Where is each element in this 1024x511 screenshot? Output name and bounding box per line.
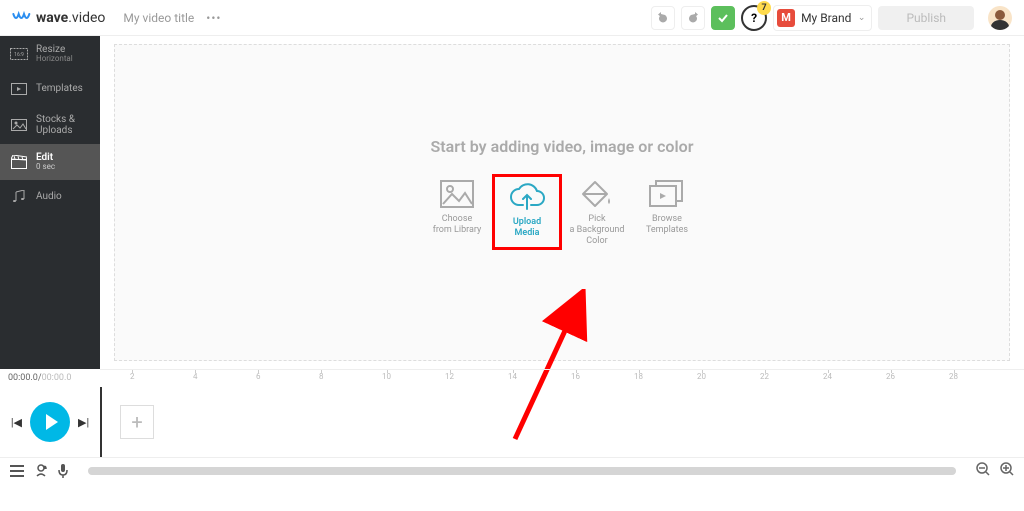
ruler-tick: 12 — [445, 372, 454, 381]
ruler-tick: 4 — [193, 372, 198, 381]
action-label: BrowseTemplates — [646, 214, 688, 236]
canvas-heading: Start by adding video, image or color — [431, 137, 694, 156]
action-label: Choosefrom Library — [433, 214, 482, 236]
brand-selector[interactable]: M My Brand ⌄ — [773, 5, 872, 31]
image-icon — [10, 116, 28, 134]
play-icon — [46, 414, 58, 430]
time-ruler[interactable]: 246810121416182022242628 — [100, 369, 1024, 387]
time-display: 00:00.0/00:00.0 — [0, 373, 100, 383]
main-area: 16:9 ResizeHorizontal Templates Stocks &… — [0, 36, 1024, 369]
logo-text: wave.video — [36, 10, 105, 26]
voiceover-icon[interactable] — [34, 464, 48, 478]
ruler-tick: 26 — [886, 372, 895, 381]
music-note-icon — [10, 188, 28, 206]
sidebar-item-resize[interactable]: 16:9 ResizeHorizontal — [0, 36, 100, 72]
canvas-wrapper: Start by adding video, image or color Ch… — [100, 36, 1024, 369]
action-browse-templates[interactable]: BrowseTemplates — [632, 174, 702, 250]
ruler-tick: 16 — [571, 372, 580, 381]
playback-row: |◀ ▶| + — [0, 387, 1024, 457]
microphone-icon[interactable] — [58, 464, 68, 478]
ruler-tick: 8 — [319, 372, 324, 381]
ruler-tick: 10 — [382, 372, 391, 381]
scrollbar-thumb[interactable] — [88, 467, 956, 475]
header-actions: ?7 M My Brand ⌄ Publish — [651, 5, 1012, 31]
action-label: Picka BackgroundColor — [570, 214, 625, 246]
list-view-icon[interactable] — [10, 465, 24, 477]
canvas: Start by adding video, image or color Ch… — [114, 44, 1010, 361]
more-menu-icon[interactable]: ••• — [206, 11, 221, 25]
play-button[interactable] — [30, 402, 70, 442]
ruler-tick: 28 — [949, 372, 958, 381]
zoom-in-button[interactable] — [1000, 461, 1014, 480]
undo-button[interactable] — [651, 6, 675, 30]
chevron-down-icon: ⌄ — [858, 13, 866, 23]
left-sidebar: 16:9 ResizeHorizontal Templates Stocks &… — [0, 36, 100, 369]
svg-text:16:9: 16:9 — [14, 52, 24, 58]
skip-back-button[interactable]: |◀ — [11, 416, 22, 429]
clapperboard-icon — [10, 153, 28, 171]
library-image-icon — [439, 178, 475, 210]
project-title[interactable]: My video title — [123, 11, 194, 25]
bottom-toolbar — [0, 457, 1024, 483]
canvas-actions: Choosefrom Library UploadMedia Picka Bac… — [422, 174, 702, 250]
templates-icon — [10, 80, 28, 98]
help-button[interactable]: ?7 — [741, 5, 767, 31]
zoom-out-button[interactable] — [976, 461, 990, 480]
logo[interactable]: wave.video — [12, 10, 105, 26]
paint-bucket-icon — [579, 178, 615, 210]
templates-stack-icon — [649, 178, 685, 210]
timeline-track[interactable]: + — [100, 387, 1024, 457]
playback-controls: |◀ ▶| — [0, 402, 100, 442]
sidebar-item-label: Templates — [36, 83, 83, 94]
ruler-tick: 22 — [760, 372, 769, 381]
ruler-tick: 6 — [256, 372, 261, 381]
sidebar-item-sublabel: 0 sec — [36, 163, 55, 172]
action-choose-library[interactable]: Choosefrom Library — [422, 174, 492, 250]
horizontal-scrollbar[interactable] — [88, 467, 956, 475]
redo-button[interactable] — [681, 6, 705, 30]
sidebar-item-edit[interactable]: Edit0 sec — [0, 144, 100, 180]
logo-icon — [12, 10, 32, 26]
ruler-tick: 2 — [130, 372, 135, 381]
saved-indicator — [711, 6, 735, 30]
action-pick-color[interactable]: Picka BackgroundColor — [562, 174, 632, 250]
ruler-tick: 18 — [634, 372, 643, 381]
ruler-tick: 24 — [823, 372, 832, 381]
sidebar-item-label: Audio — [36, 191, 62, 202]
publish-button[interactable]: Publish — [878, 6, 974, 30]
skip-forward-button[interactable]: ▶| — [78, 416, 89, 429]
ruler-tick: 14 — [508, 372, 517, 381]
sidebar-item-stocks[interactable]: Stocks & Uploads — [0, 106, 100, 144]
brand-avatar: M — [777, 9, 795, 27]
top-header: wave.video My video title ••• ?7 M My Br… — [0, 0, 1024, 36]
sidebar-item-label: Stocks & Uploads — [36, 114, 90, 136]
action-upload-media[interactable]: UploadMedia — [492, 174, 562, 250]
help-badge: 7 — [757, 1, 771, 15]
add-clip-button[interactable]: + — [120, 405, 154, 439]
aspect-ratio-icon: 16:9 — [10, 45, 28, 63]
sidebar-item-sublabel: Horizontal — [36, 55, 73, 64]
sidebar-item-templates[interactable]: Templates — [0, 72, 100, 106]
sidebar-item-audio[interactable]: Audio — [0, 180, 100, 214]
time-ruler-row: 00:00.0/00:00.0 246810121416182022242628 — [0, 369, 1024, 387]
cloud-upload-icon — [509, 181, 545, 213]
action-label: UploadMedia — [513, 217, 541, 239]
brand-name-label: My Brand — [801, 11, 851, 25]
ruler-tick: 20 — [697, 372, 706, 381]
user-avatar[interactable] — [988, 6, 1012, 30]
